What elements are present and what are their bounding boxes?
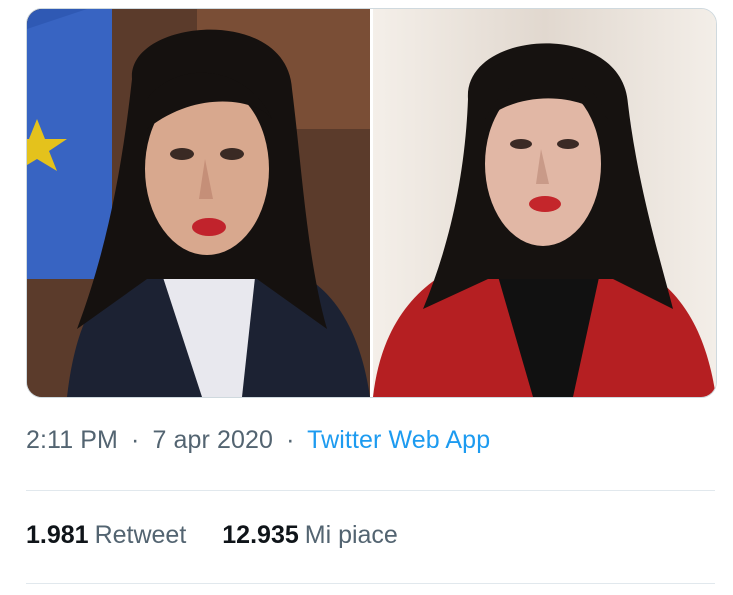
divider	[26, 490, 715, 491]
tweet-photo-left[interactable]	[27, 9, 373, 397]
divider	[26, 583, 715, 584]
retweets-count: 1.981	[26, 521, 89, 549]
tweet-stats: 1.981 Retweet 12.935 Mi piace	[26, 521, 398, 550]
retweets-label: Retweet	[94, 521, 187, 549]
tweet-media-grid	[26, 8, 717, 398]
portrait-illustration-left	[27, 9, 370, 397]
likes-label: Mi piace	[304, 521, 398, 549]
portrait-illustration-right	[373, 9, 716, 397]
tweet-photo-right[interactable]	[373, 9, 716, 397]
retweets-stat[interactable]: 1.981 Retweet	[26, 521, 186, 550]
likes-count: 12.935	[222, 521, 299, 549]
meta-separator: ·	[286, 426, 295, 454]
meta-separator: ·	[131, 426, 140, 454]
tweet-source-link[interactable]: Twitter Web App	[307, 426, 490, 454]
tweet-date[interactable]: 7 apr 2020	[152, 426, 273, 454]
tweet-timestamp-row: 2:11 PM · 7 apr 2020 · Twitter Web App	[26, 426, 490, 455]
tweet-time[interactable]: 2:11 PM	[26, 426, 118, 454]
likes-stat[interactable]: 12.935 Mi piace	[222, 521, 398, 550]
